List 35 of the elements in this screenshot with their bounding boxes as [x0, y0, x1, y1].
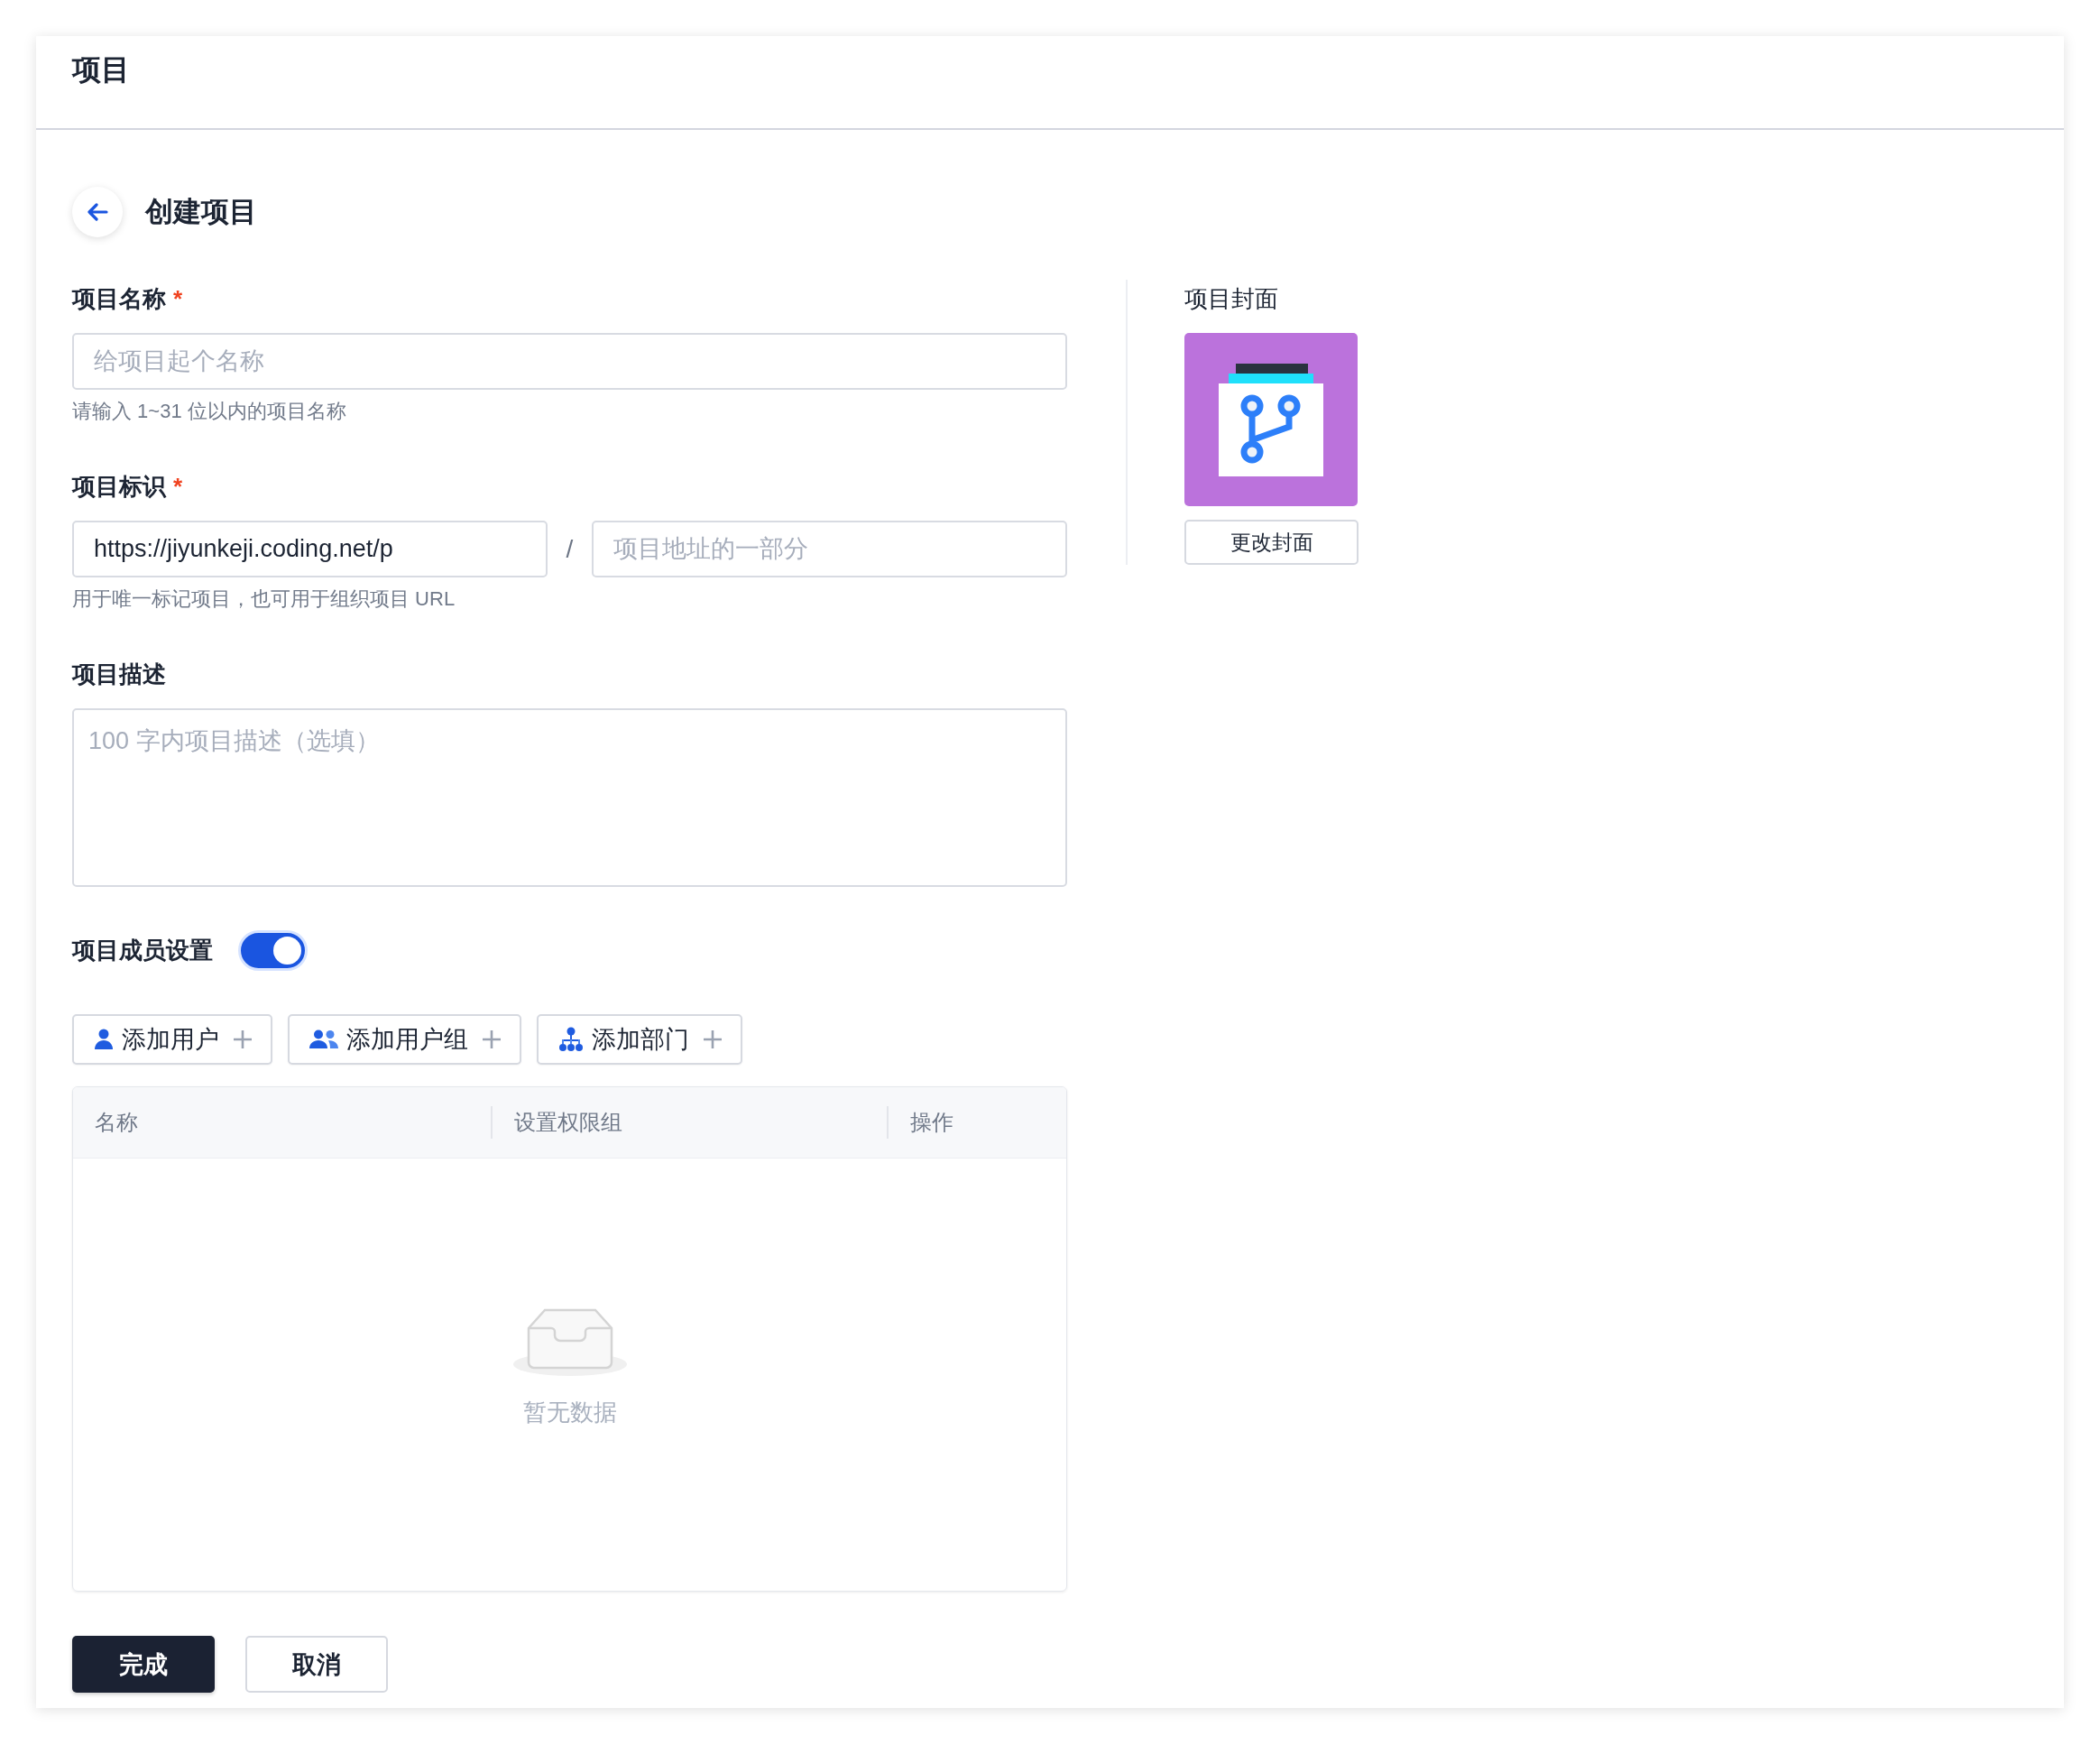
back-arrow-icon [87, 203, 108, 221]
plus-icon [482, 1029, 502, 1049]
field-label: 项目标识 [72, 472, 166, 502]
back-button[interactable] [72, 187, 123, 237]
required-mark: * [173, 472, 183, 502]
page-header-title: 项目 [72, 52, 130, 88]
page-title: 创建项目 [145, 195, 257, 229]
input-field[interactable]: 项目地址的一部分 [592, 521, 1067, 577]
plus-icon [233, 1029, 253, 1049]
input-field[interactable]: 给项目起个名称 [72, 333, 1067, 390]
done-button[interactable]: 完成 [72, 1636, 215, 1693]
add-button[interactable]: 添加用户 [72, 1014, 272, 1065]
field-hint: 用于唯一标记项目，也可用于组织项目 URL [72, 586, 456, 612]
column-header: 操作 [887, 1106, 1066, 1139]
org-chart-icon [558, 1027, 584, 1052]
add-button[interactable]: 添加部门 [537, 1014, 742, 1065]
field-hint: 请输入 1~31 位以内的项目名称 [72, 399, 347, 424]
column-header: 设置权限组 [491, 1106, 887, 1139]
field-label: 项目描述 [72, 660, 166, 689]
user-icon [94, 1029, 114, 1050]
cover-label: 项目封面 [1184, 284, 1279, 314]
cancel-button[interactable]: 取消 [245, 1636, 388, 1693]
add-button[interactable]: 添加用户组 [288, 1014, 521, 1065]
separator-text: / [565, 534, 575, 564]
textarea-field[interactable]: 100 字内项目描述（选填） [72, 708, 1067, 887]
plus-icon [703, 1029, 723, 1049]
toggle-switch[interactable] [238, 930, 308, 971]
users-icon [309, 1029, 338, 1049]
column-header: 名称 [94, 1109, 139, 1136]
field-label: 项目名称 [72, 284, 166, 314]
change-cover-button[interactable]: 更改封面 [1184, 520, 1359, 565]
required-mark: * [173, 284, 183, 314]
section-label: 项目成员设置 [72, 936, 213, 965]
empty-state-text: 暂无数据 [522, 1398, 617, 1427]
input-field[interactable]: https://jiyunkeji.coding.net/p [72, 521, 548, 577]
